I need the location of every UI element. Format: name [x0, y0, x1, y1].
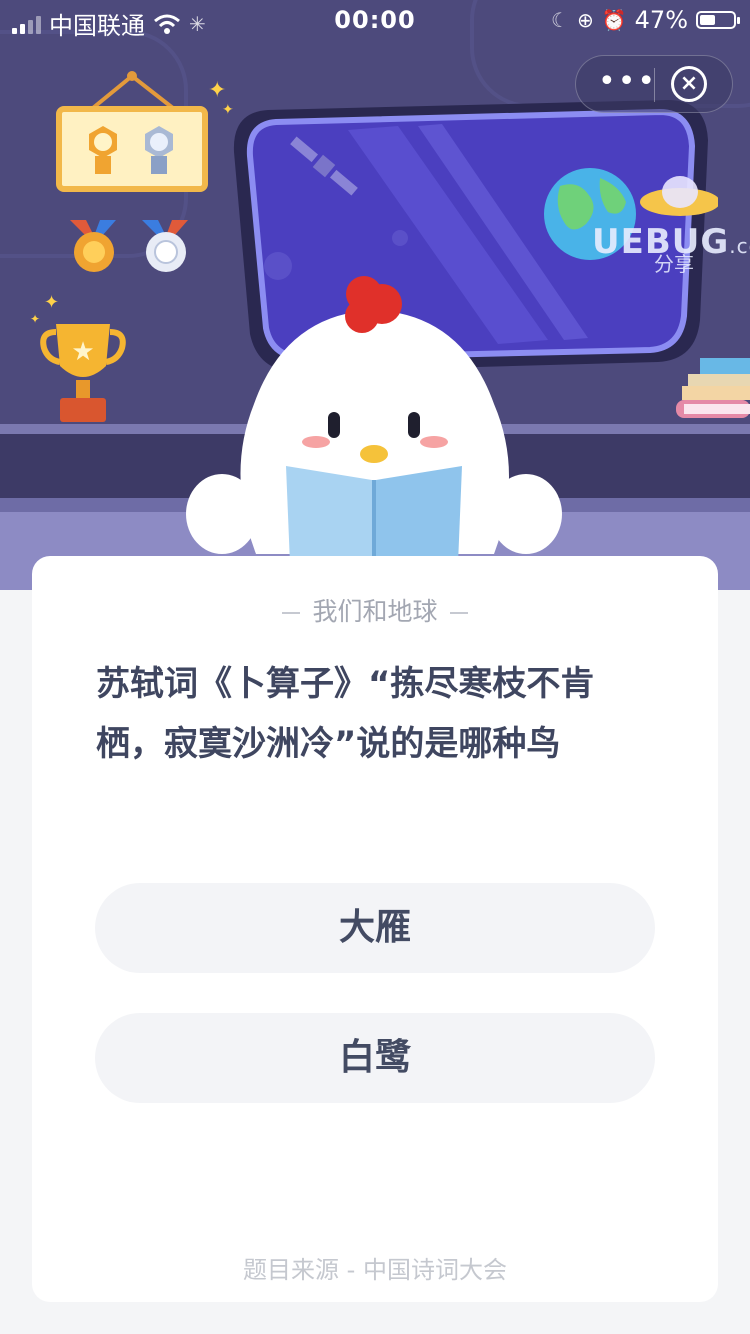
hanging-medals-icon [70, 220, 188, 272]
divider-left [282, 612, 301, 614]
answer-option-2[interactable]: 白鹭 [95, 1013, 655, 1103]
category-label: 我们和地球 [312, 597, 438, 626]
trophy-icon: ★ [40, 324, 126, 422]
books-icon [676, 358, 750, 418]
divider-right [449, 612, 468, 614]
miniprogram-capsule: ••• × [575, 55, 733, 113]
framed-medals-icon [89, 126, 173, 174]
question-source: 题目来源 - 中国诗词大会 [243, 1256, 507, 1284]
moon-icon: ☾ [551, 8, 569, 32]
mascot-chick [186, 276, 562, 564]
rotation-lock-icon: ⊕ [576, 8, 594, 32]
answer-option-1[interactable]: 大雁 [95, 883, 655, 973]
status-bar: 中国联通 ✳ 00:00 ☾ ⊕ ⏰ 47% [0, 0, 750, 40]
quiz-card: 我们和地球 苏轼词《卜算子》“拣尽寒枝不肯栖，寂寞沙洲冷”说的是哪种鸟 大雁 白… [32, 556, 718, 1302]
sparkle-icon: ✦ [44, 292, 60, 313]
quiz-category: 我们和地球 [32, 592, 718, 628]
book-icon [286, 466, 462, 564]
svg-text:★: ★ [71, 337, 94, 367]
question-text: 苏轼词《卜算子》“拣尽寒枝不肯栖，寂寞沙洲冷”说的是哪种鸟 [96, 664, 595, 764]
left-eye [328, 412, 340, 438]
right-eye [408, 412, 420, 438]
capsule-divider [654, 68, 655, 102]
alarm-icon: ⏰ [601, 8, 627, 32]
beak [360, 445, 388, 463]
battery-icon [696, 11, 740, 29]
medal-frame [56, 106, 208, 192]
sparkle-icon: ✦ [208, 78, 227, 103]
battery-percent: 47% [634, 6, 688, 34]
more-button[interactable]: ••• [598, 67, 657, 97]
watermark-sub: 分享 [654, 252, 694, 276]
watermark-suffix: .com [729, 234, 750, 258]
close-button[interactable]: × [671, 66, 707, 102]
